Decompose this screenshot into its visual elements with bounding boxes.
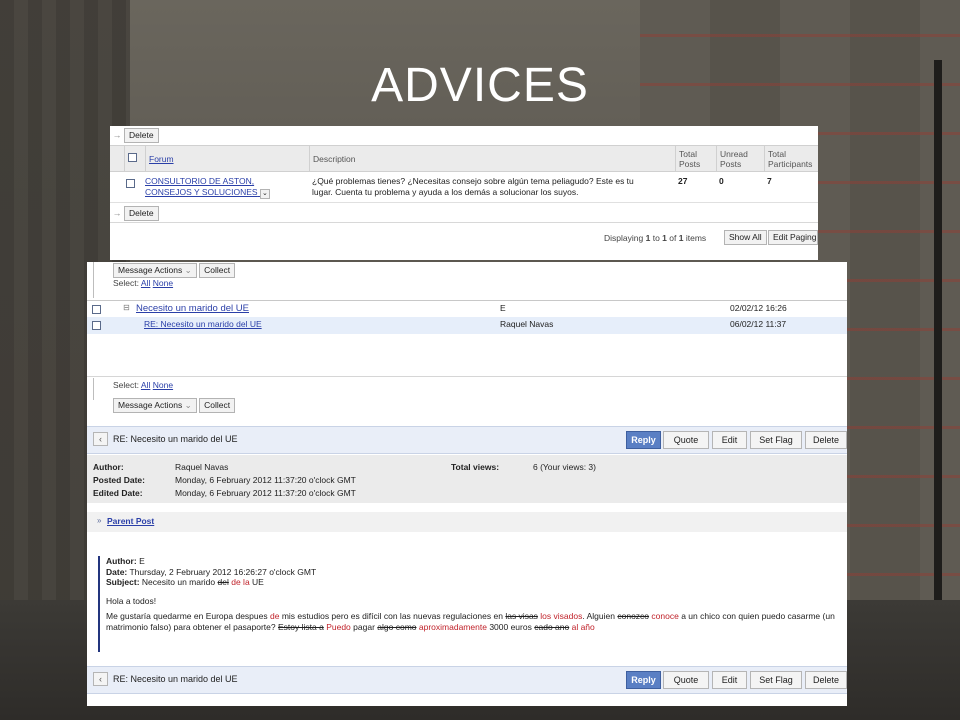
select-none-link[interactable]: None [153,278,173,288]
quoted-greeting: Hola a todos! [106,595,157,606]
chevron-left-icon[interactable]: ‹ [93,432,108,446]
message-meta: Author: Raquel Navas Total views: 6 (You… [87,455,847,503]
slide-title: ADVICES [371,59,589,112]
quote-button[interactable]: Quote [663,431,709,449]
delete-message-button[interactable]: Delete [805,431,847,449]
chevron-left-icon[interactable]: ‹ [93,672,108,686]
delete-button[interactable]: Delete [124,127,159,143]
thread-panel: Message Actions ⌄ Collect Select: All No… [87,262,847,706]
message-author: E [500,303,506,313]
chevron-down-icon: ⌄ [184,265,192,275]
arrow-right-icon: → [112,208,122,218]
message-date: 06/02/12 11:37 [730,319,787,329]
message-subject-link[interactable]: RE: Necesito un marido del UE [144,319,262,329]
set-flag-button[interactable]: Set Flag [750,671,802,689]
select-all-link[interactable]: All [141,278,150,288]
select-bottom: Select: All None [113,380,174,390]
pagination-status: Displaying 1 to 1 of 1 items [604,233,707,243]
chevron-down-icon: ⌄ [184,400,192,410]
message-subject-link[interactable]: Necesito un marido del UE [136,303,249,314]
reader-subject-bottom: RE: Necesito un marido del UE [113,674,238,684]
select-none-link[interactable]: None [153,380,173,390]
double-chevron-down-icon[interactable]: » [97,516,101,525]
message-checkbox[interactable] [92,305,101,314]
select-all-checkbox[interactable] [128,153,137,162]
forum-table-header: Forum Description Total Posts Unread Pos… [110,145,818,172]
meta-edited-date: Monday, 6 February 2012 11:37:20 o'clock… [175,488,356,498]
quote-button[interactable]: Quote [663,671,709,689]
collect-button[interactable]: Collect [199,398,236,413]
reply-button[interactable]: Reply [626,671,661,689]
edit-button[interactable]: Edit [712,671,747,689]
forum-top-toolbar: → Delete [110,126,818,144]
delete-message-button[interactable]: Delete [805,671,847,689]
collapse-icon[interactable]: ⊟ [123,303,130,312]
column-header-description: Description [309,146,675,171]
reader-toolbar-bottom: ‹ RE: Necesito un marido del UE Reply Qu… [87,666,847,694]
delete-button-bottom[interactable]: Delete [124,205,159,221]
meta-author: Raquel Navas [175,462,229,472]
forum-description: ¿Qué problemas tienes? ¿Necesitas consej… [312,176,634,197]
show-all-button[interactable]: Show All [724,230,767,245]
total-posts-value: 27 [678,176,688,186]
message-actions-button[interactable]: Message Actions ⌄ [113,263,197,278]
table-row: CONSULTORIO DE ASTON, CONSEJOS Y SOLUCIO… [110,173,818,203]
forum-link[interactable]: CONSULTORIO DE ASTON, CONSEJOS Y SOLUCIO… [145,176,260,197]
column-header-unread-posts: Unread Posts [716,146,764,171]
reader-subject: RE: Necesito un marido del UE [113,434,238,444]
message-checkbox[interactable] [92,321,101,330]
quoted-parent-post: Author: E Date: Thursday, 2 February 201… [98,556,838,652]
select-top: Select: All None [113,278,174,288]
message-author: Raquel Navas [500,319,554,329]
meta-posted-date: Monday, 6 February 2012 11:37:20 o'clock… [175,475,356,485]
pagination-footer: Displaying 1 to 1 of 1 items Show All Ed… [110,222,818,260]
set-flag-button[interactable]: Set Flag [750,431,802,449]
arrow-right-icon: → [112,130,122,140]
message-actions-bottom: Message Actions ⌄ Collect [113,398,236,413]
column-header-total-participants: Total Participants [764,146,818,171]
parent-post-bar: » Parent Post [87,512,847,532]
total-participants-value: 7 [767,176,772,186]
select-all-link[interactable]: All [141,380,150,390]
meta-views: 6 (Your views: 3) [533,462,596,472]
list-item[interactable]: RE: Necesito un marido del UE Raquel Nav… [87,317,847,334]
column-header-forum[interactable]: Forum [149,154,174,164]
edit-paging-button[interactable]: Edit Paging [768,230,818,245]
message-date: 02/02/12 16:26 [730,303,787,313]
column-header-total-posts: Total Posts [675,146,716,171]
quoted-body: Me gustaría quedarme en Europa despues d… [106,611,835,632]
tree-connector [93,378,95,400]
message-actions-button[interactable]: Message Actions ⌄ [113,398,197,413]
edit-button[interactable]: Edit [712,431,747,449]
message-actions-top: Message Actions ⌄ Collect [113,263,236,278]
unread-posts-value: 0 [719,176,724,186]
reader-toolbar: ‹ RE: Necesito un marido del UE Reply Qu… [87,426,847,454]
row-checkbox[interactable] [126,179,135,188]
chevron-down-icon[interactable]: ⌄ [259,189,270,199]
reply-button[interactable]: Reply [626,431,661,449]
parent-post-link[interactable]: Parent Post [107,516,154,526]
forum-bottom-toolbar: → Delete [110,204,818,222]
list-item[interactable]: ⊟ Necesito un marido del UE E 02/02/12 1… [87,300,847,317]
collect-button[interactable]: Collect [199,263,236,278]
forum-list-panel: → Delete Forum Description Total Posts U… [110,126,818,260]
tree-connector [93,262,95,298]
